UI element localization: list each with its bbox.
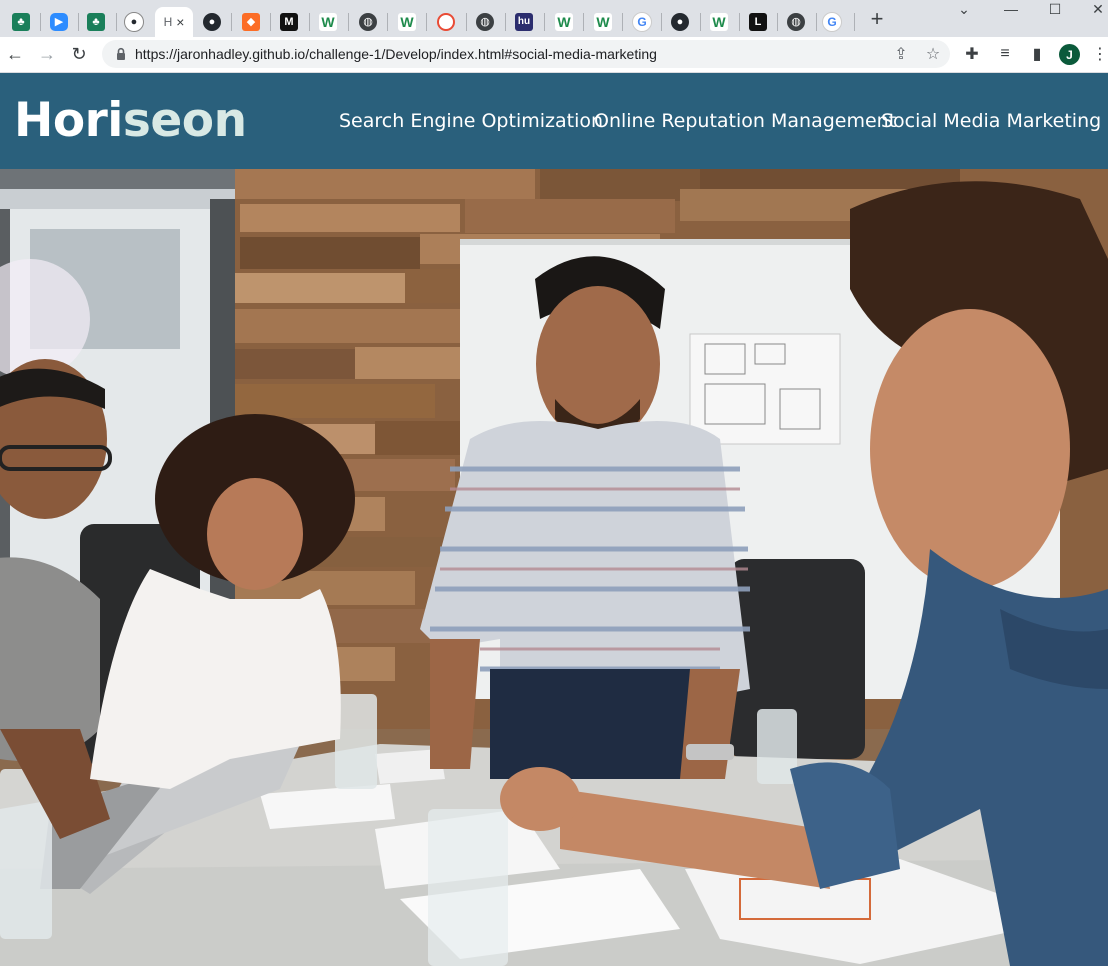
gitlab-icon: ◆ bbox=[242, 13, 260, 31]
browser-tab[interactable]: W bbox=[545, 7, 583, 37]
forward-icon[interactable]: → bbox=[36, 43, 58, 65]
back-icon[interactable]: ← bbox=[4, 43, 26, 65]
browser-tab[interactable]: ◍ bbox=[349, 7, 387, 37]
w-logo-icon: W bbox=[710, 13, 728, 31]
browser-tab-strip: ♣ ▶ ♣ ● H × ● ◆ M W ◍ W ◍ hu W W G ● W L… bbox=[0, 0, 1108, 37]
profile-avatar[interactable]: J bbox=[1059, 44, 1080, 65]
globe-icon: ◍ bbox=[359, 13, 377, 31]
lock-icon bbox=[117, 47, 125, 60]
side-panel-icon[interactable]: ▮ bbox=[1027, 44, 1047, 64]
browser-tab[interactable]: W bbox=[700, 7, 738, 37]
hu-logo-icon: hu bbox=[515, 13, 533, 31]
globe-icon: ◍ bbox=[787, 13, 805, 31]
nav-link-social-media-marketing[interactable]: Social Media Marketing bbox=[881, 110, 1101, 132]
google-icon: G bbox=[632, 12, 652, 32]
browser-tab[interactable]: ● bbox=[661, 7, 699, 37]
w-logo-icon: W bbox=[319, 13, 337, 31]
browser-tab[interactable]: L bbox=[739, 7, 777, 37]
site-logo[interactable]: Horiseon bbox=[14, 93, 247, 148]
browser-toolbar: ← → ↻ https://jaronhadley.github.io/chal… bbox=[0, 37, 1108, 73]
bookmark-star-icon[interactable]: ☆ bbox=[924, 45, 942, 63]
close-window-icon[interactable]: ✕ bbox=[1084, 0, 1108, 18]
reload-icon[interactable]: ↻ bbox=[68, 43, 90, 65]
nav-link-search-engine-optimization[interactable]: Search Engine Optimization bbox=[339, 110, 603, 132]
minimize-icon[interactable]: — bbox=[997, 0, 1025, 18]
w-logo-icon: W bbox=[555, 13, 573, 31]
github-icon: ● bbox=[124, 12, 144, 32]
browser-tab[interactable]: G bbox=[813, 7, 851, 37]
github-icon: ● bbox=[203, 13, 221, 31]
browser-tab[interactable]: ▶ bbox=[40, 7, 78, 37]
browser-tab[interactable]: ◆ bbox=[232, 7, 270, 37]
browser-tab[interactable]: G bbox=[623, 7, 661, 37]
nav-link-online-reputation-management[interactable]: Online Reputation Management bbox=[594, 110, 896, 132]
new-tab-button[interactable]: + bbox=[866, 6, 888, 31]
hero-image bbox=[0, 169, 1108, 966]
globe-icon: ◍ bbox=[476, 13, 494, 31]
browser-tab[interactable]: hu bbox=[505, 7, 543, 37]
extensions-icon[interactable]: ✚ bbox=[962, 44, 982, 64]
maximize-icon[interactable]: ☐ bbox=[1041, 0, 1069, 18]
browser-tab[interactable]: M bbox=[270, 7, 308, 37]
circle-logo-icon bbox=[437, 13, 455, 31]
browser-tab[interactable]: ● bbox=[193, 7, 231, 37]
media-controls-icon[interactable]: ≡ bbox=[995, 44, 1015, 64]
browser-tab-active[interactable]: H × bbox=[155, 7, 193, 37]
meeting-photo-illustration bbox=[0, 169, 1108, 966]
w-logo-icon: W bbox=[398, 13, 416, 31]
browser-tab[interactable]: W bbox=[584, 7, 622, 37]
tree-logo-icon: ♣ bbox=[87, 13, 105, 31]
github-icon: ● bbox=[671, 13, 689, 31]
tree-logo-icon: ♣ bbox=[12, 13, 30, 31]
m-logo-icon: M bbox=[280, 13, 298, 31]
site-header: Horiseon Search Engine Optimization Onli… bbox=[0, 73, 1108, 169]
browser-tab[interactable] bbox=[427, 7, 465, 37]
logo-suffix: seon bbox=[122, 93, 247, 148]
l-logo-icon: L bbox=[749, 13, 767, 31]
w-logo-icon: W bbox=[594, 13, 612, 31]
browser-tab[interactable]: W bbox=[388, 7, 426, 37]
page-icon: H bbox=[163, 15, 173, 29]
browser-tab[interactable]: ♣ bbox=[2, 7, 40, 37]
zoom-icon: ▶ bbox=[50, 13, 68, 31]
url-text: https://jaronhadley.github.io/challenge-… bbox=[135, 46, 657, 62]
share-icon[interactable]: ⇪ bbox=[892, 45, 910, 63]
google-icon: G bbox=[822, 12, 842, 32]
logo-prefix: Hori bbox=[14, 93, 123, 148]
close-tab-icon[interactable]: × bbox=[176, 14, 184, 30]
browser-tab[interactable]: ● bbox=[115, 7, 153, 37]
browser-tab[interactable]: ♣ bbox=[77, 7, 115, 37]
address-bar[interactable]: https://jaronhadley.github.io/challenge-… bbox=[102, 40, 950, 68]
menu-kebab-icon[interactable]: ⋮ bbox=[1090, 44, 1108, 64]
tab-search-icon[interactable]: ⌄ bbox=[950, 0, 978, 18]
browser-tab[interactable]: ◍ bbox=[777, 7, 815, 37]
browser-tab[interactable]: W bbox=[309, 7, 347, 37]
browser-tab[interactable]: ◍ bbox=[466, 7, 504, 37]
